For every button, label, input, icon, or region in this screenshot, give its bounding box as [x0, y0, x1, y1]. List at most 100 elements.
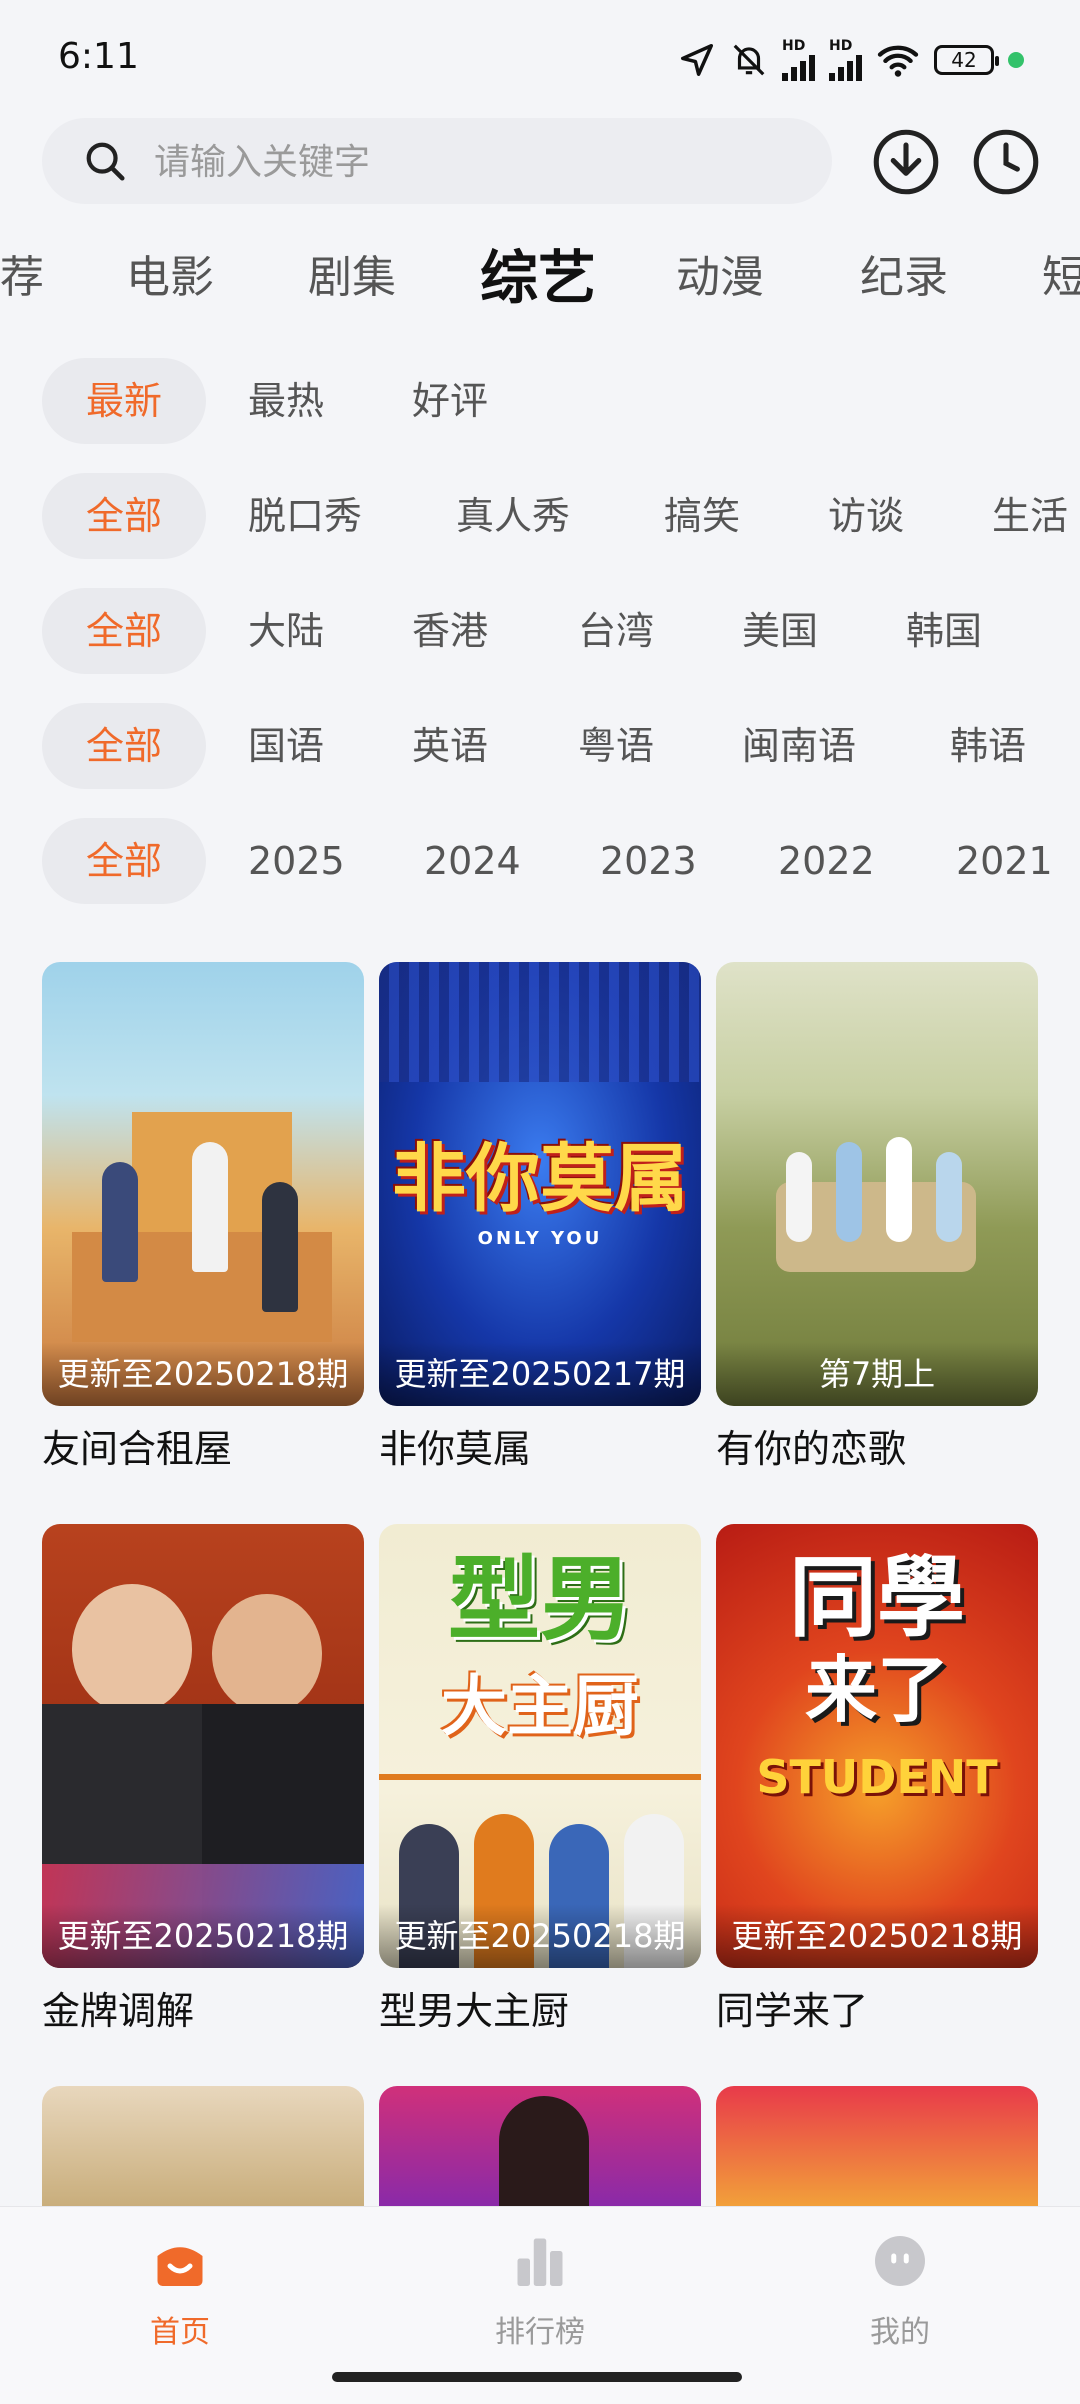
show-poster[interactable]: 第7期上	[716, 962, 1038, 1406]
year-filter-row: 全部 2025 2024 2023 2022 2021	[0, 818, 1080, 904]
type-all[interactable]: 全部	[42, 473, 206, 559]
hd-label: HD	[829, 38, 853, 54]
type-lifestyle[interactable]: 生活	[992, 473, 1068, 559]
show-poster[interactable]	[379, 2086, 701, 2206]
nav-profile-label: 我的	[870, 2315, 930, 2350]
language-mandarin[interactable]: 国语	[248, 703, 324, 789]
battery-level: 42	[951, 48, 977, 72]
year-2023[interactable]: 2023	[600, 818, 697, 904]
show-card[interactable]	[716, 2086, 1038, 2206]
language-cantonese[interactable]: 粤语	[578, 703, 654, 789]
history-clock-icon[interactable]	[972, 128, 1040, 196]
show-title: 同学来了	[716, 1989, 869, 2033]
search-input[interactable]	[152, 118, 796, 206]
nav-home-label: 首页	[150, 2315, 210, 2350]
show-title: 金牌调解	[42, 1989, 195, 2033]
status-icons: HD HD 42	[678, 36, 1024, 84]
show-card[interactable]: 型男 大主厨 更新至20250218期 型男大主厨	[379, 1524, 701, 2035]
sort-hottest[interactable]: 最热	[248, 358, 324, 444]
profile-icon	[875, 2236, 925, 2286]
update-badge: 更新至20250218期	[42, 1342, 364, 1406]
show-poster[interactable]: 型男 大主厨 更新至20250218期	[379, 1524, 701, 1968]
year-2022[interactable]: 2022	[778, 818, 875, 904]
region-hongkong[interactable]: 香港	[412, 588, 488, 674]
show-poster[interactable]: 更新至20250218期	[42, 1524, 364, 1968]
update-badge: 更新至20250218期	[379, 1904, 701, 1968]
type-interview[interactable]: 访谈	[828, 473, 904, 559]
nav-home[interactable]: 首页	[80, 2231, 280, 2351]
region-all[interactable]: 全部	[42, 588, 206, 674]
signal-1-icon: HD	[782, 39, 815, 81]
nav-ranking[interactable]: 排行榜	[440, 2231, 640, 2351]
type-talk-show[interactable]: 脱口秀	[248, 473, 362, 559]
show-card[interactable]	[379, 2086, 701, 2206]
language-minnan[interactable]: 闽南语	[742, 703, 856, 789]
poster-title-art: 非你莫属	[392, 1136, 688, 1222]
location-arrow-icon	[678, 41, 716, 79]
region-korea[interactable]: 韩国	[906, 588, 982, 674]
show-title: 型男大主厨	[379, 1989, 570, 2033]
home-icon	[157, 2247, 203, 2286]
show-poster[interactable]	[42, 2086, 364, 2206]
show-card[interactable]	[42, 2086, 364, 2206]
status-time: 6:11	[58, 36, 139, 77]
type-comedy[interactable]: 搞笑	[664, 473, 740, 559]
episode-badge: 第7期上	[716, 1342, 1038, 1406]
show-card[interactable]: 更新至20250218期 金牌调解	[42, 1524, 364, 2035]
tab-movies[interactable]: 电影	[126, 228, 214, 328]
search-icon	[86, 142, 125, 181]
language-filter-row: 全部 国语 英语 粤语 闽南语 韩语	[0, 703, 1080, 789]
show-poster[interactable]: 更新至20250218期	[42, 962, 364, 1406]
year-all[interactable]: 全部	[42, 818, 206, 904]
home-indicator[interactable]	[332, 2372, 742, 2382]
tab-short[interactable]: 短	[1042, 228, 1080, 328]
tab-recommend[interactable]: 荐	[0, 228, 44, 328]
poster-title-art: 型男	[447, 1546, 632, 1653]
tab-variety[interactable]: 综艺	[480, 228, 596, 328]
region-filter-row: 全部 大陆 香港 台湾 美国 韩国	[0, 588, 1080, 674]
show-poster[interactable]: 非你莫属 ONLY YOU 更新至20250217期	[379, 962, 701, 1406]
show-poster[interactable]: 同學 来了 STUDENT 更新至20250218期	[716, 1524, 1038, 1968]
tab-documentary[interactable]: 纪录	[860, 228, 948, 328]
search-bar[interactable]	[42, 118, 832, 206]
show-card[interactable]: 第7期上 有你的恋歌	[716, 962, 1038, 1473]
region-usa[interactable]: 美国	[742, 588, 818, 674]
show-title: 非你莫属	[379, 1427, 532, 1471]
year-2021[interactable]: 2021	[956, 818, 1053, 904]
poster-english-art: STUDENT	[756, 1750, 998, 1804]
region-taiwan[interactable]: 台湾	[578, 588, 654, 674]
download-icon[interactable]	[872, 128, 940, 196]
year-2025[interactable]: 2025	[248, 818, 345, 904]
privacy-dot-icon	[1008, 52, 1024, 68]
poster-subtitle-art: 大主厨	[441, 1668, 639, 1745]
type-filter-row: 全部 脱口秀 真人秀 搞笑 访谈 生活	[0, 473, 1080, 559]
language-all[interactable]: 全部	[42, 703, 206, 789]
update-badge: 更新至20250218期	[42, 1904, 364, 1968]
tab-anime[interactable]: 动漫	[676, 228, 764, 328]
update-badge: 更新至20250217期	[379, 1342, 701, 1406]
tab-series[interactable]: 剧集	[308, 228, 396, 328]
bar-chart-icon	[517, 2238, 563, 2286]
nav-profile[interactable]: 我的	[800, 2231, 1000, 2351]
show-card[interactable]: 非你莫属 ONLY YOU 更新至20250217期 非你莫属	[379, 962, 701, 1473]
category-tabs: 荐 电影 剧集 综艺 动漫 纪录 短	[0, 228, 1080, 328]
status-bar: 6:11 HD HD 42	[0, 0, 1080, 120]
sort-top-rated[interactable]: 好评	[412, 358, 488, 444]
signal-2-icon: HD	[829, 39, 862, 81]
show-poster[interactable]	[716, 2086, 1038, 2206]
mute-bell-icon	[730, 41, 768, 79]
year-2024[interactable]: 2024	[424, 818, 521, 904]
region-mainland[interactable]: 大陆	[248, 588, 324, 674]
poster-subtitle-art: ONLY YOU	[477, 1228, 603, 1249]
show-title: 有你的恋歌	[716, 1427, 907, 1471]
wifi-icon	[876, 42, 920, 78]
show-card[interactable]: 同學 来了 STUDENT 更新至20250218期 同学来了	[716, 1524, 1038, 2035]
type-reality[interactable]: 真人秀	[456, 473, 570, 559]
language-korean[interactable]: 韩语	[950, 703, 1026, 789]
language-english[interactable]: 英语	[412, 703, 488, 789]
update-badge: 更新至20250218期	[716, 1904, 1038, 1968]
battery-icon: 42	[934, 45, 999, 75]
show-card[interactable]: 更新至20250218期 友间合租屋	[42, 962, 364, 1473]
sort-latest[interactable]: 最新	[42, 358, 206, 444]
poster-subtitle-art: 来了	[804, 1648, 949, 1732]
